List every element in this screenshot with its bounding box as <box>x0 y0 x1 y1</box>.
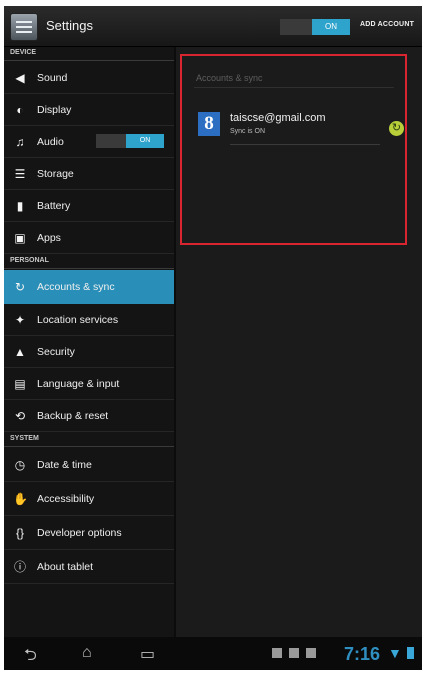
tablet-screen: Settings ON ADD ACCOUNT DEVICE ◀ Sound ◐… <box>4 6 422 670</box>
action-bar: Settings ON ADD ACCOUNT <box>4 6 422 47</box>
sync-ok-icon: ↻ <box>389 121 404 136</box>
audio-toggle-state: ON <box>126 134 164 148</box>
audio-toggle[interactable]: ON <box>96 134 164 148</box>
panel-header-divider <box>194 87 394 88</box>
master-sync-toggle-state: ON <box>312 19 350 35</box>
accounts-panel: Accounts & sync 8 taiscse@gmail.com Sync… <box>176 47 422 637</box>
notification-icon[interactable] <box>289 648 299 658</box>
sidebar-item-accounts-sync[interactable]: ↻ Accounts & sync <box>4 270 174 304</box>
back-icon[interactable]: ⮌ <box>24 644 37 670</box>
settings-sidebar: DEVICE ◀ Sound ◐ Display ♫ Audio ON ☰ St… <box>4 47 174 637</box>
panel-header: Accounts & sync <box>196 73 263 83</box>
settings-app-icon[interactable] <box>10 13 38 41</box>
section-header-personal: PERSONAL <box>4 255 174 269</box>
sidebar-item-audio[interactable]: ♫ Audio ON <box>4 126 174 158</box>
clock-icon: ◷ <box>14 458 26 472</box>
backup-icon: ⟲ <box>14 409 26 423</box>
sidebar-item-label: Storage <box>37 168 74 180</box>
sidebar-item-label: Accounts & sync <box>37 281 115 293</box>
audio-icon: ♫ <box>15 135 25 149</box>
home-icon[interactable]: ⌂ <box>82 644 92 662</box>
sidebar-item-label: Accessibility <box>37 493 95 505</box>
account-divider <box>230 144 380 145</box>
notification-icon[interactable] <box>272 648 282 658</box>
sidebar-item-battery[interactable]: ▮ Battery <box>4 190 174 222</box>
sidebar-item-label: Audio <box>37 136 64 148</box>
sidebar-item-label: Backup & reset <box>37 410 109 422</box>
sidebar-item-label: Developer options <box>37 527 122 539</box>
sidebar-item-label: Language & input <box>37 378 120 390</box>
location-icon: ✦ <box>14 313 26 327</box>
sidebar-item-label: About tablet <box>37 561 94 573</box>
sidebar-item-label: Battery <box>37 200 71 212</box>
sidebar-item-label: Date & time <box>37 459 92 471</box>
master-sync-toggle[interactable]: ON <box>280 19 350 35</box>
add-account-button[interactable]: ADD ACCOUNT <box>360 21 414 28</box>
sidebar-item-language-input[interactable]: ▤ Language & input <box>4 368 174 400</box>
battery-icon: ▮ <box>16 199 24 213</box>
account-email: taiscse@gmail.com <box>230 112 326 124</box>
sidebar-item-about-tablet[interactable]: ⓘ About tablet <box>4 550 174 584</box>
sidebar-item-label: Apps <box>37 232 61 244</box>
system-nav-bar: ⮌ ⌂ ▭ 7:16 ▼ <box>4 637 422 670</box>
battery-status-icon <box>407 647 414 659</box>
sidebar-item-developer-options[interactable]: {} Developer options <box>4 516 174 550</box>
sidebar-item-label: Display <box>37 104 72 116</box>
developer-icon: {} <box>15 526 24 540</box>
recent-apps-icon[interactable]: ▭ <box>140 644 155 664</box>
sidebar-item-label: Location services <box>37 314 119 326</box>
sidebar-item-location-services[interactable]: ✦ Location services <box>4 304 174 336</box>
storage-icon: ☰ <box>14 167 26 181</box>
apps-icon: ▣ <box>14 231 26 245</box>
google-account-icon: 8 <box>198 112 220 136</box>
sidebar-item-apps[interactable]: ▣ Apps <box>4 222 174 254</box>
lock-icon: ▲ <box>14 345 26 359</box>
sidebar-item-label: Security <box>37 346 75 358</box>
info-icon: ⓘ <box>13 560 26 574</box>
sidebar-item-accessibility[interactable]: ✋ Accessibility <box>4 482 174 516</box>
account-item[interactable]: 8 taiscse@gmail.com Sync is ON ↻ <box>194 107 404 151</box>
section-header-system: SYSTEM <box>4 433 174 447</box>
sidebar-item-storage[interactable]: ☰ Storage <box>4 158 174 190</box>
language-icon: ▤ <box>14 377 26 391</box>
accessibility-icon: ✋ <box>13 492 28 506</box>
sidebar-item-backup-reset[interactable]: ⟲ Backup & reset <box>4 400 174 432</box>
speaker-icon: ◀ <box>15 71 25 85</box>
display-icon: ◐ <box>16 103 24 117</box>
sidebar-item-security[interactable]: ▲ Security <box>4 336 174 368</box>
sync-icon: ↻ <box>14 280 26 294</box>
section-header-device: DEVICE <box>4 47 174 61</box>
sidebar-item-display[interactable]: ◐ Display <box>4 94 174 126</box>
sidebar-item-date-time[interactable]: ◷ Date & time <box>4 448 174 482</box>
sidebar-item-label: Sound <box>37 72 68 84</box>
sidebar-item-sound[interactable]: ◀ Sound <box>4 62 174 94</box>
account-sync-status: Sync is ON <box>230 128 266 135</box>
page-title: Settings <box>46 18 93 33</box>
wifi-icon: ▼ <box>388 645 402 661</box>
notification-icon[interactable] <box>306 648 316 658</box>
status-clock: 7:16 <box>344 644 381 664</box>
